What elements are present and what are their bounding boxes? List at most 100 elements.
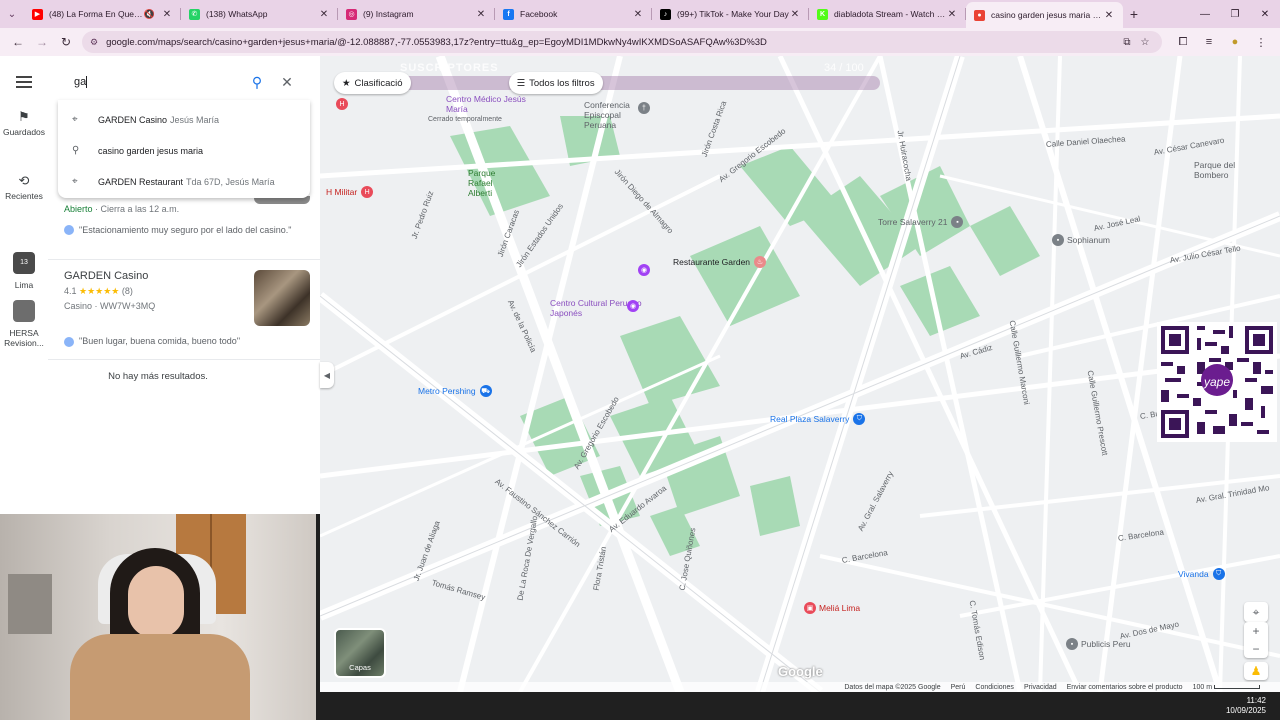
review-snippet: "Estacionamiento muy seguro por el lado … — [64, 224, 304, 236]
tab-title: (48) La Forma En Que Me M — [49, 9, 144, 19]
favicon-icon: ♪ — [660, 8, 671, 20]
qr-code-image: yape — [1157, 322, 1277, 442]
close-tab-icon[interactable]: ✕ — [632, 9, 644, 20]
map-label-melia[interactable]: ▣ Meliá Lima — [804, 602, 860, 614]
rail-hersa[interactable]: HERSA Revision... — [0, 300, 48, 348]
rail-lima[interactable]: 13 Lima — [0, 252, 48, 290]
map-label-metro[interactable]: Metro Pershing ⛟ — [418, 385, 495, 397]
close-window-icon[interactable]: ✕ — [1250, 0, 1280, 28]
menu-icon[interactable] — [16, 76, 32, 91]
kebab-menu-icon[interactable]: ⋮ — [1248, 36, 1274, 49]
close-tab-icon[interactable]: ✕ — [946, 9, 958, 20]
extensions-icon[interactable]: ⧠ — [1170, 36, 1196, 49]
site-info-icon[interactable]: ⚙ — [90, 37, 98, 48]
search-icon[interactable]: ⚲ — [242, 74, 272, 91]
privacy-link[interactable]: Privacidad — [1024, 684, 1057, 691]
favicon-icon: K — [817, 8, 828, 20]
favicon-icon: ● — [974, 9, 985, 21]
tab-title: diabladota Stream - Watch Live — [834, 9, 946, 19]
feedback-link[interactable]: Enviar comentarios sobre el producto — [1067, 684, 1183, 691]
person-face — [128, 566, 184, 638]
result-card[interactable]: GARDEN Casino 4.1 ★★★★★ (8) Casino · WW7… — [48, 260, 320, 360]
map-label-torre[interactable]: Torre Salaverry 21 ▪ — [878, 216, 966, 228]
map-label-real-plaza[interactable]: Real Plaza Salaverry ⛉ — [770, 413, 868, 425]
profile-icon[interactable]: ● — [1222, 36, 1248, 49]
browser-tab[interactable]: ♪ (99+) TikTok - Make Your Day ✕ — [652, 0, 809, 28]
suggestions-dropdown: ⌖ GARDEN Casino Jesús María ⚲ casino gar… — [58, 100, 310, 198]
pin-icon: ⌖ — [72, 114, 78, 125]
country-link[interactable]: Perú — [951, 684, 966, 691]
open-status: Abierto · Cierra a las 12 a.m. — [64, 204, 180, 214]
mute-icon[interactable]: 🔇 — [144, 9, 155, 20]
close-tab-icon[interactable]: ✕ — [475, 9, 487, 20]
rail-recent[interactable]: ⟲ Recientes — [0, 174, 48, 201]
back-icon[interactable]: ← — [6, 30, 30, 54]
my-location-button[interactable]: ⌖ — [1244, 602, 1268, 622]
restore-icon[interactable]: ❐ — [1220, 0, 1250, 28]
map-label-sophianum[interactable]: ▪ Sophianum — [1052, 234, 1110, 246]
pegman-icon[interactable]: ♟ — [1244, 662, 1268, 680]
window-controls: — ❐ ✕ — [1190, 0, 1280, 28]
suggestion-item[interactable]: ⌖ GARDEN Casino Jesús María — [58, 104, 310, 135]
search-input[interactable]: ga — [74, 76, 242, 89]
system-clock[interactable]: 11:42 10/09/2025 — [1226, 696, 1266, 716]
terms-link[interactable]: Condiciones — [975, 684, 1014, 691]
new-tab-button[interactable]: + — [1123, 6, 1145, 22]
google-logo: Google — [778, 664, 823, 679]
map-label-conferencia[interactable]: Conferencia Episcopal Peruana — [584, 100, 646, 130]
poi-marker[interactable]: ◉ — [638, 264, 653, 276]
map-label-parque[interactable]: Parque Rafael Alberti — [468, 168, 514, 198]
place-photo[interactable] — [254, 270, 310, 326]
browser-tab[interactable]: ✆ (138) WhatsApp ✕ — [181, 0, 338, 28]
culture-marker[interactable]: ◉ — [627, 300, 642, 312]
browser-tab[interactable]: ◎ (9) Instagram ✕ — [338, 0, 495, 28]
tab-search-icon[interactable]: ⌄ — [0, 0, 24, 28]
scale-bar[interactable]: 100 m — [1193, 684, 1260, 691]
minimize-icon[interactable]: — — [1190, 0, 1220, 28]
browser-tab[interactable]: Kdiabladota Stream - Watch Live ✕ — [809, 0, 966, 28]
zoom-in-button[interactable]: + — [1244, 622, 1268, 640]
map-label-centro-medico[interactable]: Centro Médico Jesús María — [446, 94, 526, 114]
zoom-controls: + − — [1244, 622, 1268, 658]
install-app-icon[interactable]: ⧉ — [1118, 37, 1136, 48]
close-tab-icon[interactable]: ✕ — [789, 9, 801, 20]
chip-all-filters[interactable]: ☰ Todos los filtros — [508, 72, 603, 94]
search-box[interactable]: ga ⚲ ✕ — [58, 64, 310, 100]
clear-search-icon[interactable]: ✕ — [272, 74, 302, 91]
avatar — [64, 225, 74, 235]
favicon-icon: ▶ — [32, 8, 43, 20]
close-tab-icon[interactable]: ✕ — [1103, 10, 1115, 21]
address-bar[interactable]: ⚙ google.com/maps/search/casino+garden+j… — [82, 31, 1162, 53]
map-label-vivanda[interactable]: Vivanda ⛉ — [1178, 568, 1228, 580]
browser-tab[interactable]: ● casino garden jesus maria - Go ✕ — [966, 2, 1123, 28]
map-data-credit: Datos del mapa ©2025 Google — [844, 683, 941, 691]
suggestion-item[interactable]: ⚲ casino garden jesus maria — [58, 135, 310, 166]
hospital-marker[interactable]: H — [336, 98, 351, 110]
browser-tab[interactable]: ▶ (48) La Forma En Que Me M🔇 ✕ — [24, 0, 181, 28]
results-panel: ga ⚲ ✕ ⌖ GARDEN Casino Jesús María ⚲ cas… — [48, 56, 320, 514]
map-label-militar[interactable]: H Militar H — [326, 186, 376, 198]
suggestion-item[interactable]: ⌖ GARDEN Restaurant Tda 67D, Jesús María — [58, 166, 310, 197]
collapse-panel-button[interactable]: ◀ — [320, 362, 334, 388]
filter-icon: ☰ — [516, 77, 526, 89]
bookmark-star-icon[interactable]: ☆ — [1136, 37, 1154, 48]
media-controls-icon[interactable]: ≡ — [1196, 36, 1222, 49]
browser-toolbar: ← → ↻ ⚙ google.com/maps/search/casino+ga… — [0, 28, 1280, 56]
zoom-out-button[interactable]: − — [1244, 640, 1268, 658]
url-text[interactable]: google.com/maps/search/casino+garden+jes… — [106, 37, 1118, 48]
forward-icon[interactable]: → — [30, 30, 54, 54]
restaurant-marker[interactable]: Restaurante Garden ♨ — [673, 256, 769, 268]
close-tab-icon[interactable]: ✕ — [161, 9, 173, 20]
reload-icon[interactable]: ↻ — [54, 30, 78, 54]
map-label-parque-bombero[interactable]: Parque del Bombero — [1194, 160, 1254, 180]
tab-title: (9) Instagram — [363, 9, 414, 19]
map-canvas[interactable]: SUSCRIPTORES 34 / 100 ★ Clasificació ☰ Tod… — [320, 56, 1280, 692]
browser-tab[interactable]: f Facebook ✕ — [495, 0, 652, 28]
chip-rating[interactable]: ★ Clasificació — [334, 72, 411, 94]
result-card[interactable]: Abierto · Cierra a las 12 a.m. "Estacion… — [48, 200, 320, 260]
layers-button[interactable]: Capas — [334, 628, 386, 678]
rail-saved[interactable]: ⚑ Guardados — [0, 110, 48, 137]
pin-icon: ⌖ — [72, 176, 78, 187]
close-tab-icon[interactable]: ✕ — [318, 9, 330, 20]
lima-thumbnail: 13 — [13, 252, 35, 274]
